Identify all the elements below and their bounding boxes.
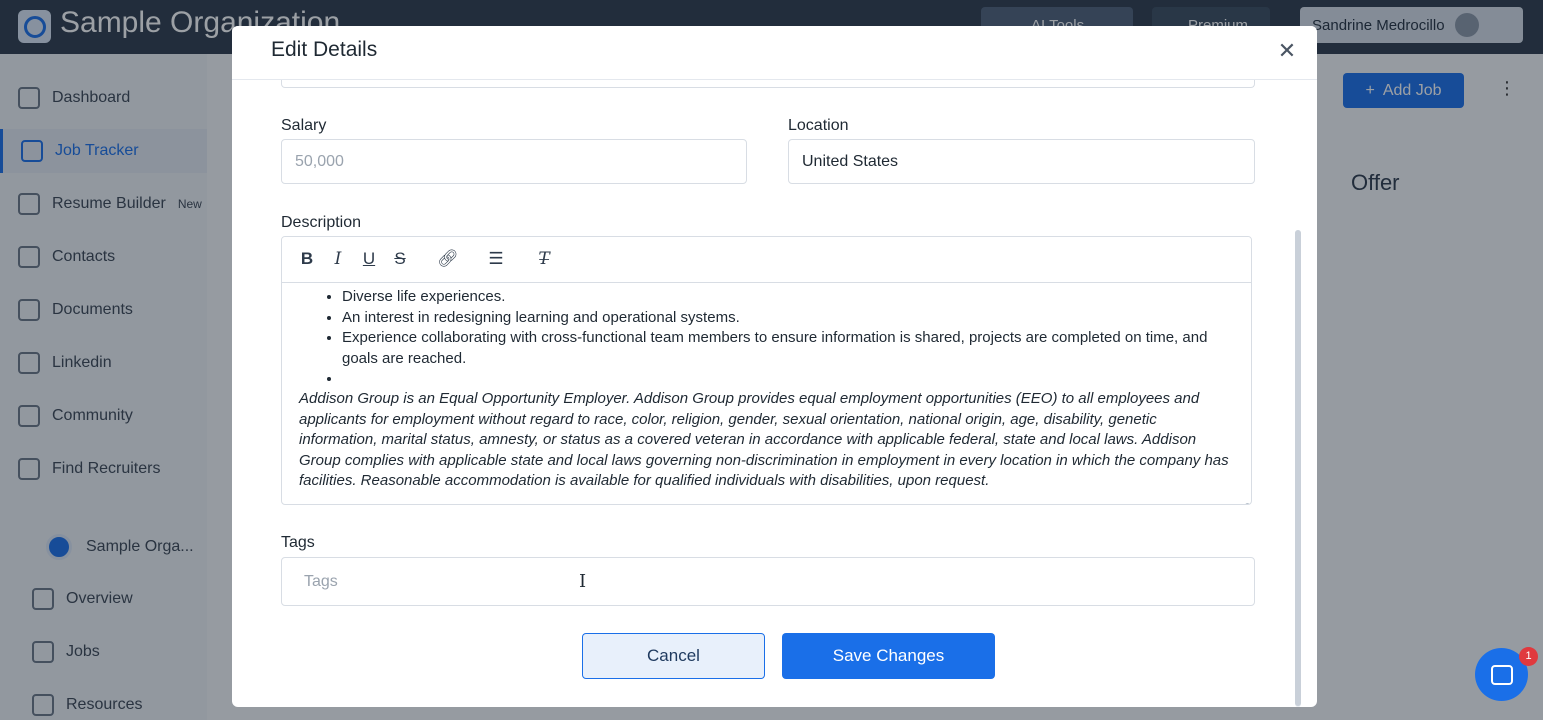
list-item <box>342 369 1232 389</box>
chat-icon <box>1490 664 1513 685</box>
clear-format-icon[interactable]: T̶ <box>532 247 556 271</box>
text-cursor-icon: I <box>579 571 587 592</box>
save-changes-button[interactable]: Save Changes <box>782 633 995 679</box>
description-label: Description <box>281 214 362 231</box>
list-item: Diverse life experiences. <box>342 287 1232 308</box>
list-item: An interest in redesigning learning and … <box>342 308 1232 329</box>
bold-icon[interactable]: B <box>295 247 319 271</box>
list-item: Experience collaborating with cross-func… <box>342 328 1232 369</box>
salary-input[interactable]: 50,000 <box>281 139 747 184</box>
chat-badge: 1 <box>1519 647 1538 666</box>
tags-label: Tags <box>281 534 315 551</box>
italic-icon[interactable]: I <box>326 247 350 271</box>
editor-content[interactable]: Diverse life experiences. An interest in… <box>282 283 1251 504</box>
tags-placeholder: Tags <box>304 572 338 590</box>
description-list: Diverse life experiences. An interest in… <box>342 287 1232 389</box>
strikethrough-icon[interactable]: S <box>388 247 412 271</box>
modal-title: Edit Details <box>271 38 378 61</box>
salary-placeholder: 50,000 <box>295 152 344 170</box>
modal-header: Edit Details ✕ <box>232 26 1317 80</box>
modal-scrollbar-thumb[interactable] <box>1295 230 1301 706</box>
cancel-button[interactable]: Cancel <box>582 633 765 679</box>
editor-toolbar: B I U S 🔗︎ ☰ T̶ <box>282 237 1251 283</box>
eeo-statement: Addison Group is an Equal Opportunity Em… <box>299 390 1229 489</box>
edit-details-modal: Edit Details ✕ Salary 50,000 Location Un… <box>232 26 1317 707</box>
location-value: United States <box>802 152 899 170</box>
link-icon[interactable]: 🔗︎ <box>436 247 460 271</box>
underline-icon[interactable]: U <box>357 247 381 271</box>
close-icon[interactable]: ✕ <box>1275 40 1299 64</box>
tags-input[interactable]: Tags <box>281 557 1255 606</box>
align-left-icon[interactable]: ☰ <box>484 247 508 271</box>
description-editor[interactable]: B I U S 🔗︎ ☰ T̶ Diverse life experiences… <box>281 236 1252 505</box>
location-label: Location <box>788 117 849 134</box>
editor-scrollbar[interactable] <box>1245 503 1250 504</box>
salary-label: Salary <box>281 117 327 134</box>
location-input[interactable]: United States <box>788 139 1255 184</box>
